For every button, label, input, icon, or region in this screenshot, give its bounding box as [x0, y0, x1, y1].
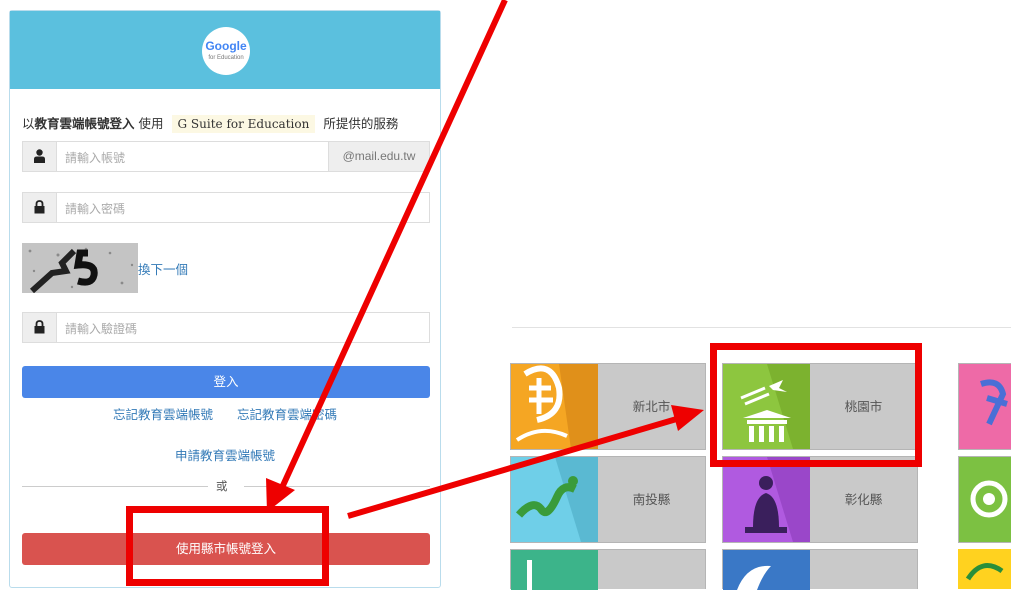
arrow-to-county-login-icon	[266, 0, 508, 512]
annotation-arrows	[266, 0, 704, 519]
arrow-to-taoyuan-icon	[347, 405, 704, 519]
